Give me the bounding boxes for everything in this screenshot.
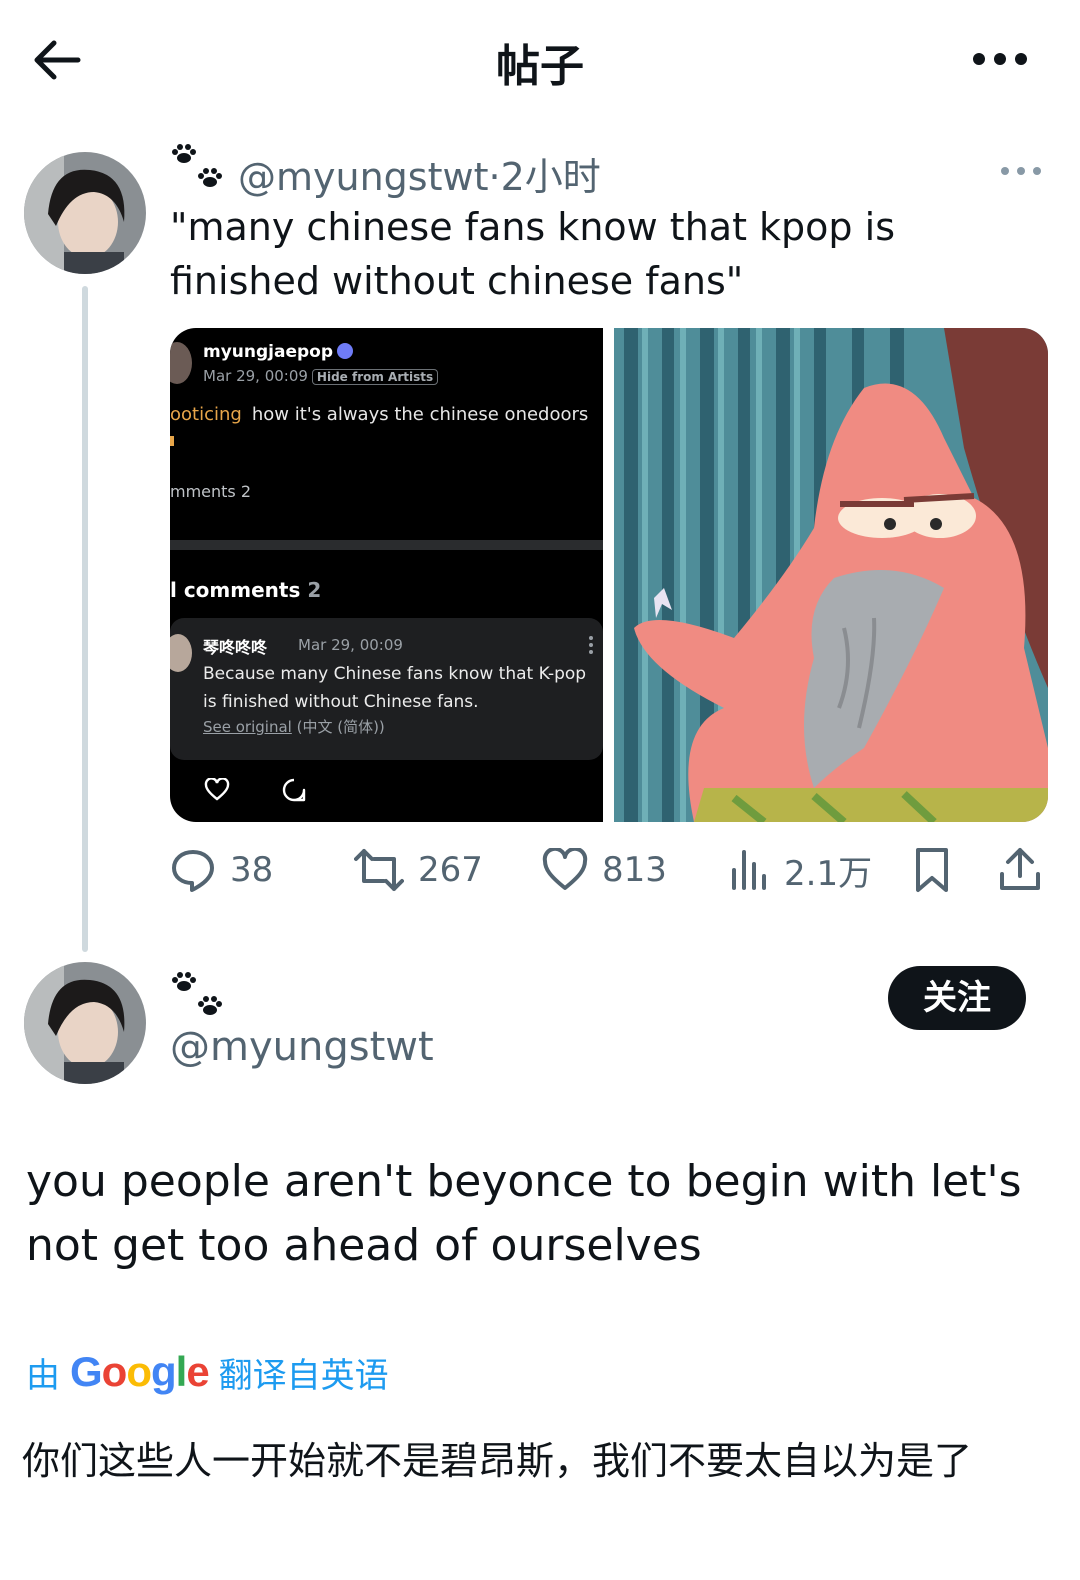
reply-icon: [172, 850, 214, 892]
screenshot-avatar: [170, 342, 192, 384]
like-heart-icon: [542, 848, 588, 890]
views-button[interactable]: 2.1万: [730, 842, 872, 898]
heart-icon: [204, 778, 230, 801]
post-text: you people aren't beyonce to begin with …: [26, 1156, 1022, 1271]
screenshot-divider: [170, 540, 603, 550]
meme-image[interactable]: [614, 328, 1048, 822]
avatar[interactable]: [24, 152, 146, 274]
post-meta: @myungstwt·2小时: [238, 146, 601, 201]
views-chart-icon: [732, 850, 766, 890]
avatar[interactable]: [24, 962, 146, 1084]
translate-suffix: 翻译自英语: [218, 1355, 389, 1396]
like-button[interactable]: 813: [542, 842, 667, 898]
post-time: 2小时: [500, 155, 601, 199]
comment-see-original: See original (中文 (简体)): [203, 718, 385, 736]
paw-prints-icon: [172, 144, 222, 187]
screenshot-comment-card: 琴咚咚咚 Mar 29, 00:09 Because many Chinese …: [170, 618, 603, 760]
reply-count: 38: [230, 850, 274, 890]
comment-text: Because many Chinese fans know that K-po…: [203, 664, 587, 712]
post-text: "many chinese fans know that kpop is fin…: [170, 205, 895, 303]
screenshot-date: Mar 29, 00:09 Hide from Artists: [203, 367, 439, 385]
views-count: 2.1万: [784, 853, 873, 894]
translation-attribution[interactable]: 由 Google 翻译自英语: [26, 1344, 389, 1400]
google-logo: Google: [70, 1348, 210, 1395]
hide-tag: Hide from Artists: [311, 369, 439, 385]
user-handle[interactable]: @myungstwt: [238, 155, 488, 199]
user-handle[interactable]: @myungstwt: [170, 1024, 434, 1070]
screenshot-noticing: ooticing how it's always the chinese oned…: [170, 404, 589, 425]
comment-date: Mar 29, 00:09: [298, 636, 403, 654]
thread-line: [82, 286, 88, 952]
paw-prints-icon: [172, 972, 222, 1015]
translated-text: 你们这些人一开始就不是碧昂斯，我们不要太自以为是了: [22, 1439, 973, 1483]
more-options-icon[interactable]: [972, 52, 1028, 66]
screenshot-comments-count: mments 2: [170, 482, 252, 501]
like-count: 813: [602, 850, 667, 890]
media-grid[interactable]: myungjaepop Mar 29, 00:09 Hide from Artis…: [170, 328, 1048, 822]
follow-button[interactable]: 关注: [888, 966, 1026, 1030]
repost-count: 267: [418, 850, 483, 890]
repost-icon: [354, 849, 404, 891]
comment-bubble-icon: [282, 778, 306, 802]
screenshot-username: myungjaepop: [203, 342, 354, 362]
bookmark-icon[interactable]: [914, 846, 950, 894]
page-title: 帖子: [496, 41, 584, 92]
meta-separator: ·: [488, 155, 501, 199]
post-more-icon[interactable]: [1000, 166, 1042, 176]
screenshot-image[interactable]: myungjaepop Mar 29, 00:09 Hide from Artis…: [170, 328, 603, 822]
screenshot-all-comments: l comments 2: [170, 578, 322, 602]
translate-by-label: 由: [26, 1355, 60, 1396]
comment-name: 琴咚咚咚: [203, 638, 268, 657]
share-icon[interactable]: [998, 846, 1042, 892]
post-action-bar: 38 267 813 2.1万: [170, 842, 1050, 898]
top-bar: 帖子: [0, 0, 1080, 115]
repost-button[interactable]: 267: [354, 842, 483, 898]
verified-icon: [337, 343, 354, 359]
comment-more-icon: [589, 636, 593, 654]
comment-avatar: [170, 634, 192, 672]
patrick-meme-illustration: [614, 328, 1048, 822]
reply-button[interactable]: 38: [170, 842, 273, 898]
screenshot-marker: [170, 436, 174, 446]
